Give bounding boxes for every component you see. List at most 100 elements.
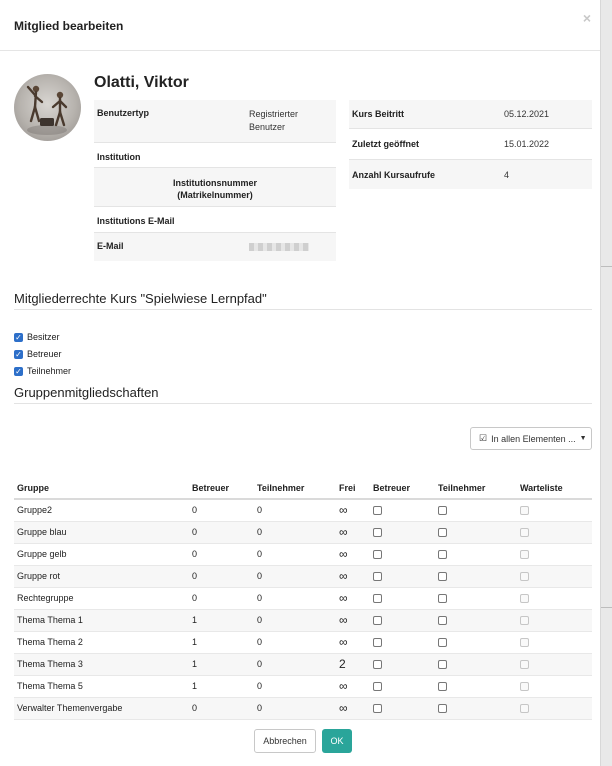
- checkbox-coach[interactable]: ✓ Betreuer: [14, 349, 62, 359]
- group-name: Thema Thema 2: [14, 631, 189, 654]
- cancel-button[interactable]: Abbrechen: [254, 729, 316, 753]
- info-row-institution-number: Institutionsnummer (Matrikelnummer): [94, 168, 336, 207]
- free-places: ∞: [336, 565, 370, 588]
- checkbox-unchecked-icon[interactable]: [373, 704, 382, 714]
- checkbox-unchecked-icon[interactable]: [373, 506, 382, 516]
- course-info-table: Kurs Beitritt 05.12.2021 Zuletzt geöffne…: [349, 100, 592, 189]
- checkbox-unchecked-icon[interactable]: [373, 638, 382, 648]
- close-icon[interactable]: ×: [583, 10, 591, 26]
- checkbox-unchecked-icon[interactable]: [438, 682, 447, 692]
- column-header: Warteliste: [517, 478, 592, 500]
- checkbox-unchecked-icon[interactable]: [438, 660, 447, 670]
- checkbox-unchecked-icon[interactable]: [438, 528, 447, 538]
- coach-checkbox[interactable]: [370, 521, 435, 544]
- checkbox-unchecked-icon[interactable]: [373, 528, 382, 538]
- participant-checkbox[interactable]: [435, 631, 517, 654]
- ok-button[interactable]: OK: [322, 729, 352, 753]
- participant-count: 0: [254, 609, 336, 632]
- coach-checkbox[interactable]: [370, 697, 435, 720]
- info-row-last-opened: Zuletzt geöffnet 15.01.2022: [349, 129, 592, 160]
- apply-all-elements-dropdown[interactable]: ☑ In allen Elementen ... ▼: [470, 427, 592, 450]
- participant-checkbox[interactable]: [435, 587, 517, 610]
- coach-checkbox[interactable]: [370, 631, 435, 654]
- info-label: Institution: [97, 152, 141, 162]
- checkbox-unchecked-icon[interactable]: [438, 704, 447, 714]
- user-info-table: Benutzertyp Registrierter Benutzer Insti…: [94, 100, 336, 261]
- participant-checkbox[interactable]: [435, 675, 517, 698]
- coach-checkbox[interactable]: [370, 609, 435, 632]
- waitlist-checkbox: [517, 697, 592, 720]
- free-places: ∞: [336, 587, 370, 610]
- checkbox-disabled-icon: [520, 638, 529, 648]
- checkbox-unchecked-icon[interactable]: [373, 616, 382, 626]
- table-row: Gruppe rot 0 0 ∞: [14, 565, 592, 588]
- column-header: Teilnehmer: [435, 478, 517, 500]
- info-label: E-Mail: [97, 241, 124, 251]
- checkbox-disabled-icon: [520, 660, 529, 670]
- waitlist-checkbox: [517, 543, 592, 566]
- participant-checkbox[interactable]: [435, 521, 517, 544]
- group-name: Thema Thema 5: [14, 675, 189, 698]
- checkbox-disabled-icon: [520, 572, 529, 582]
- participant-count: 0: [254, 631, 336, 654]
- coach-checkbox[interactable]: [370, 499, 435, 522]
- coach-checkbox[interactable]: [370, 675, 435, 698]
- checkbox-unchecked-icon[interactable]: [373, 682, 382, 692]
- table-row: Thema Thema 5 1 0 ∞: [14, 675, 592, 698]
- checkbox-unchecked-icon[interactable]: [438, 572, 447, 582]
- participant-checkbox[interactable]: [435, 653, 517, 676]
- checkbox-unchecked-icon[interactable]: [438, 616, 447, 626]
- table-row: Gruppe blau 0 0 ∞: [14, 521, 592, 544]
- waitlist-checkbox: [517, 565, 592, 588]
- checkbox-checked-icon[interactable]: ✓: [14, 366, 23, 376]
- checkbox-disabled-icon: [520, 550, 529, 560]
- free-places: ∞: [336, 697, 370, 720]
- participant-checkbox[interactable]: [435, 565, 517, 588]
- participant-checkbox[interactable]: [435, 543, 517, 566]
- caret-down-icon: ▼: [579, 435, 587, 442]
- participant-count: 0: [254, 499, 336, 522]
- group-name: Thema Thema 1: [14, 609, 189, 632]
- coach-checkbox[interactable]: [370, 543, 435, 566]
- divider: [14, 309, 592, 310]
- checkbox-unchecked-icon[interactable]: [373, 594, 382, 604]
- checkbox-participant[interactable]: ✓ Teilnehmer: [14, 366, 71, 376]
- coach-checkbox[interactable]: [370, 653, 435, 676]
- checkbox-checked-icon[interactable]: ✓: [14, 332, 23, 342]
- checkbox-unchecked-icon[interactable]: [438, 550, 447, 560]
- checkbox-unchecked-icon[interactable]: [373, 572, 382, 582]
- column-header: Teilnehmer: [254, 478, 336, 500]
- participant-checkbox[interactable]: [435, 697, 517, 720]
- info-row-user-type: Benutzertyp Registrierter Benutzer: [94, 100, 336, 143]
- coach-checkbox[interactable]: [370, 565, 435, 588]
- checkbox-unchecked-icon[interactable]: [373, 660, 382, 670]
- participant-count: 0: [254, 653, 336, 676]
- coach-checkbox[interactable]: [370, 587, 435, 610]
- participant-count: 0: [254, 587, 336, 610]
- free-places: ∞: [336, 631, 370, 654]
- group-name: Gruppe2: [14, 499, 189, 522]
- coach-count: 0: [189, 587, 254, 610]
- info-value: 4: [504, 170, 510, 180]
- checkbox-owner[interactable]: ✓ Besitzer: [14, 332, 60, 342]
- free-places: ∞: [336, 521, 370, 544]
- participant-checkbox[interactable]: [435, 499, 517, 522]
- checkbox-disabled-icon: [520, 682, 529, 692]
- checkbox-unchecked-icon[interactable]: [438, 594, 447, 604]
- checkbox-label: Besitzer: [27, 332, 60, 342]
- coach-count: 0: [189, 543, 254, 566]
- participant-count: 0: [254, 543, 336, 566]
- checkbox-disabled-icon: [520, 506, 529, 516]
- group-name: Thema Thema 3: [14, 653, 189, 676]
- coach-count: 0: [189, 521, 254, 544]
- checkbox-checked-icon[interactable]: ✓: [14, 349, 23, 359]
- checkbox-unchecked-icon[interactable]: [373, 550, 382, 560]
- participant-count: 0: [254, 675, 336, 698]
- checkbox-disabled-icon: [520, 616, 529, 626]
- free-places: ∞: [336, 609, 370, 632]
- info-row-course-join: Kurs Beitritt 05.12.2021: [349, 100, 592, 129]
- free-places: ∞: [336, 675, 370, 698]
- checkbox-unchecked-icon[interactable]: [438, 638, 447, 648]
- participant-checkbox[interactable]: [435, 609, 517, 632]
- checkbox-unchecked-icon[interactable]: [438, 506, 447, 516]
